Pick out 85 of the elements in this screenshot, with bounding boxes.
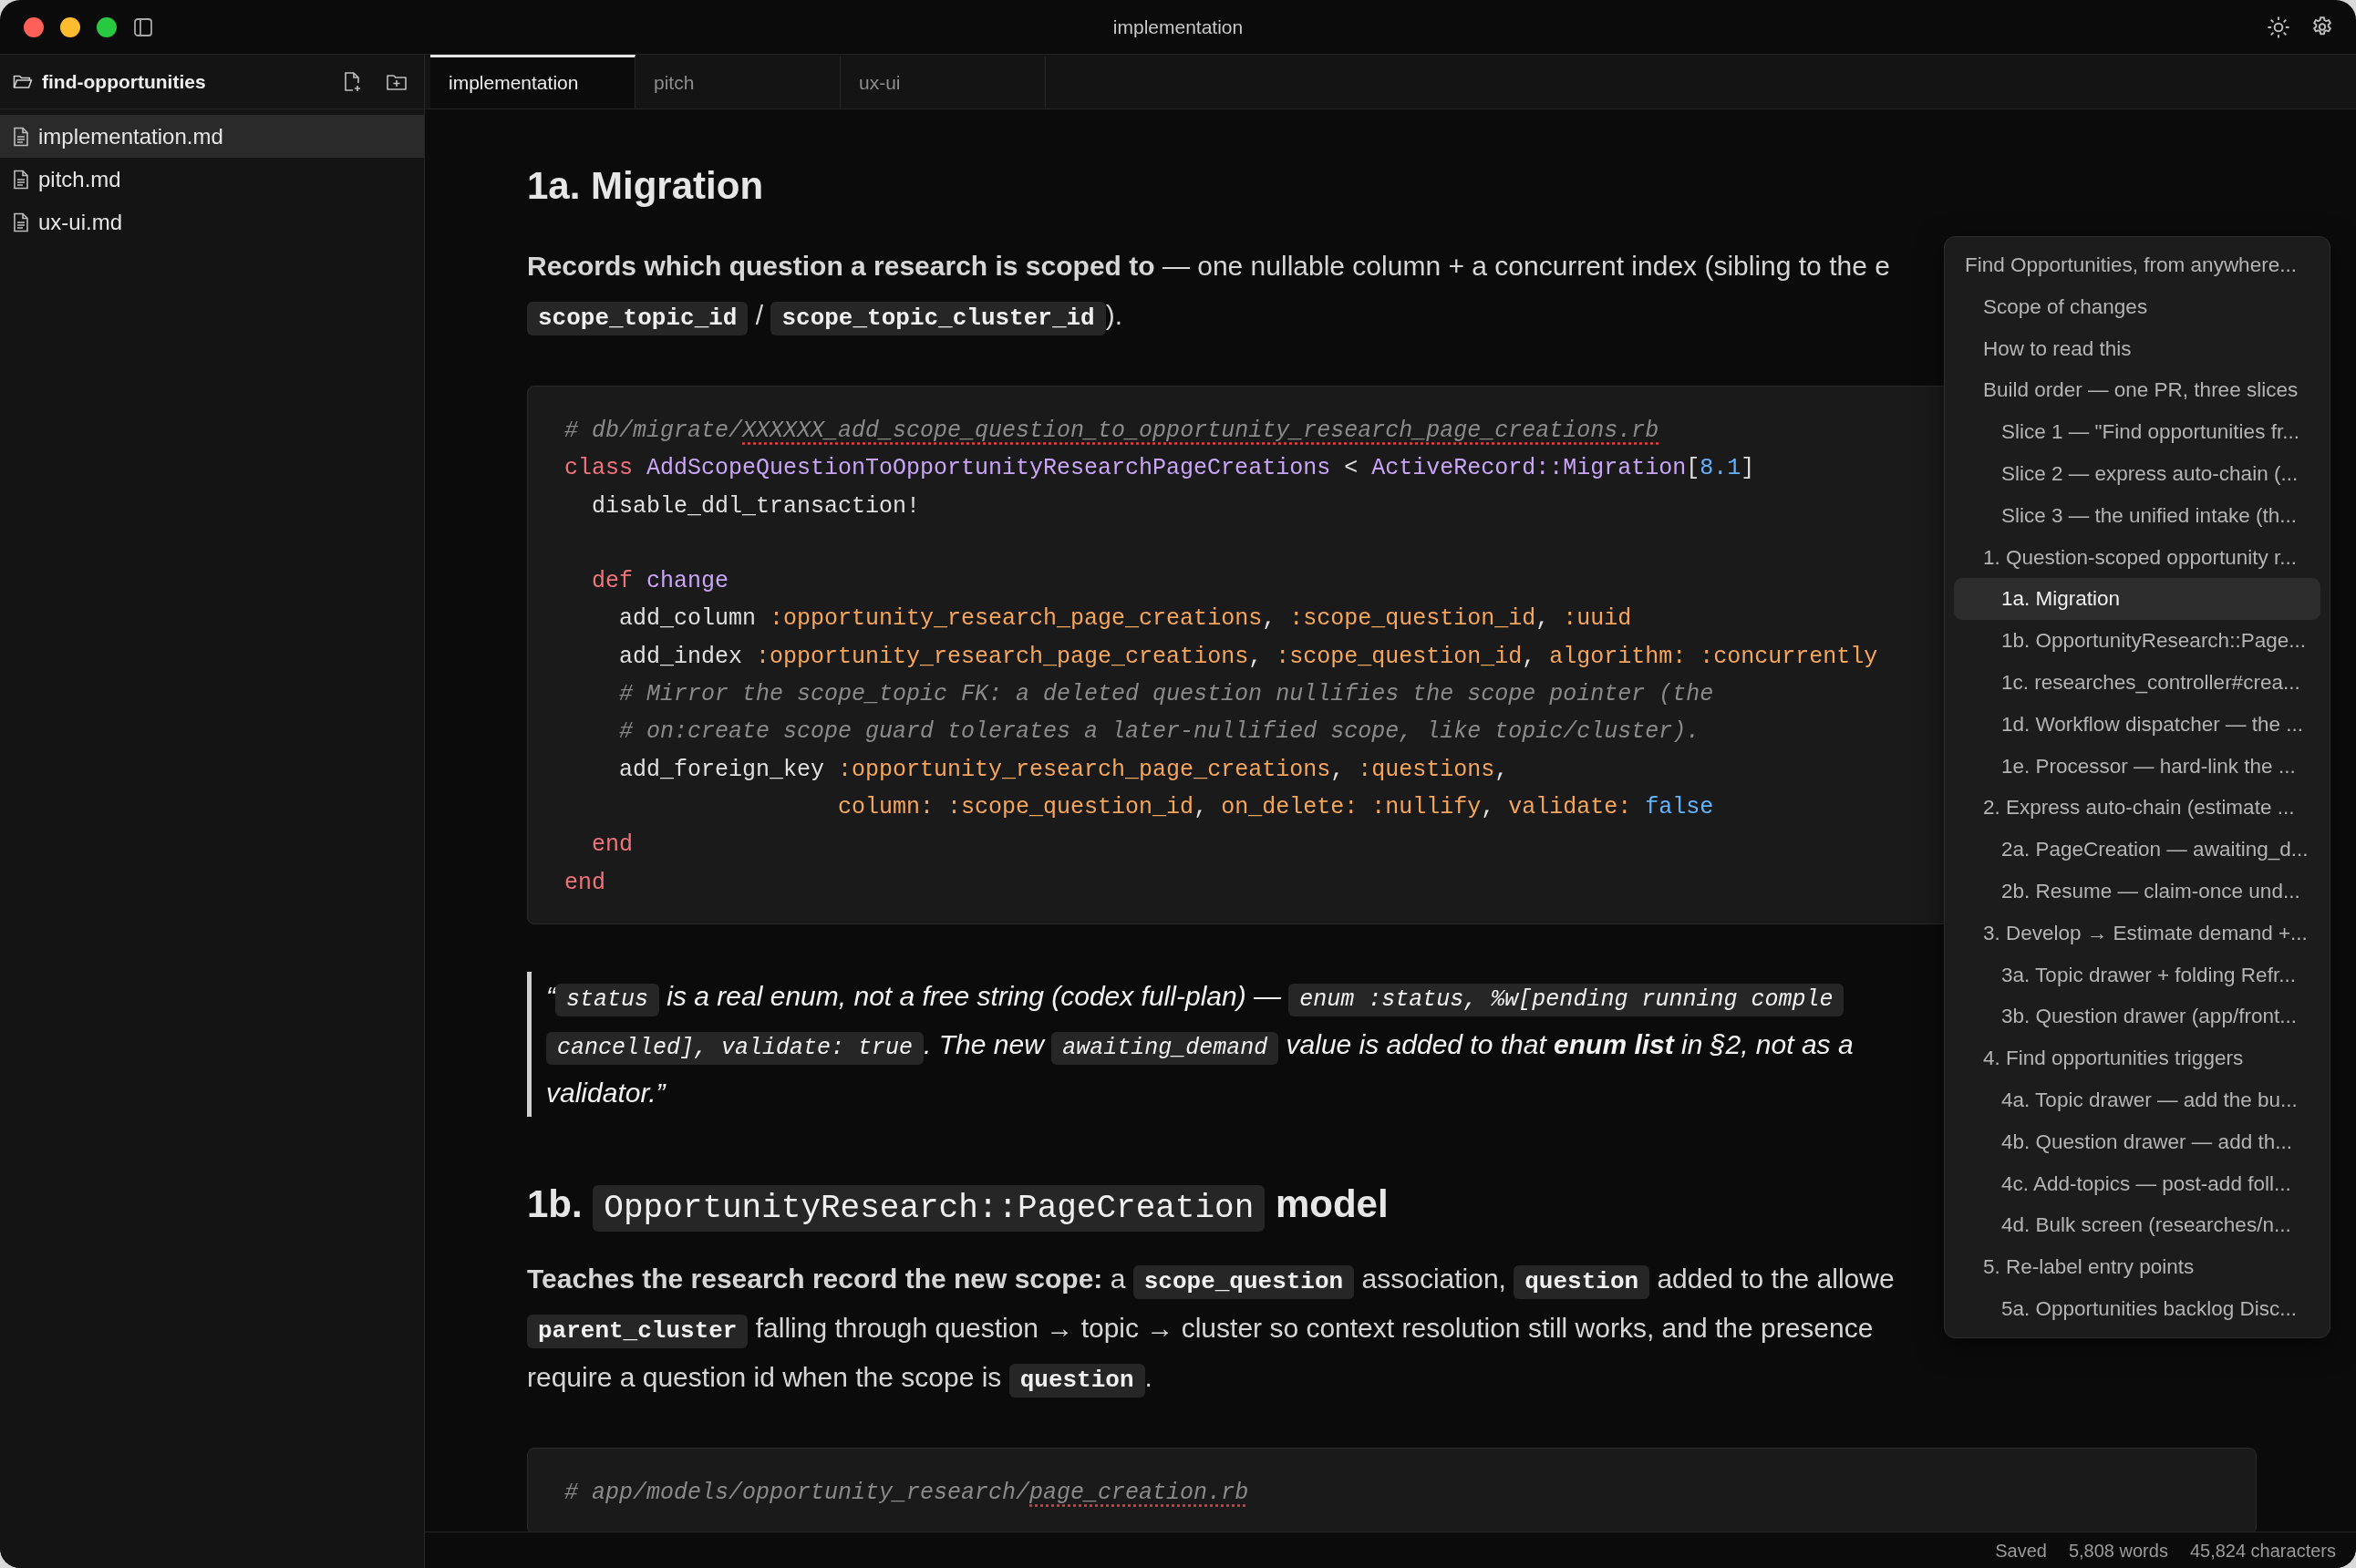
new-file-icon[interactable] (342, 70, 362, 93)
paragraph-text: / (754, 300, 765, 330)
paragraph-text: Records which question a research is scoped to — one nullable column + a concurrent index (sibling to the e (527, 251, 1890, 281)
outline-item[interactable]: 3. Develop → Estimate demand +... (1954, 912, 2320, 954)
code-line: add_index :opportunity_research_page_creations, :scope_question_id, algorithm: :concurrently (618, 642, 1878, 672)
code-line: disable_ddl_transaction! (591, 491, 921, 521)
quote-text: is a real enum, not a free string (codex full-plan) — (666, 980, 1282, 1011)
status-text: Saved (1995, 1539, 2047, 1563)
outline-item[interactable]: 1. Question-scoped opportunity r... (1954, 536, 2320, 579)
inline-code: awaiting_demand (1051, 1031, 1279, 1065)
inline-code: parent_cluster (527, 1314, 749, 1349)
code-line: # app/models/opportunity_research/page_creation.rb (564, 1478, 1249, 1508)
heading-text: model (1274, 1181, 1389, 1225)
inline-code: enum :status, %w[pending running comple (1288, 983, 1844, 1016)
outline-item[interactable]: 4a. Topic drawer — add the bu... (1954, 1078, 2320, 1121)
code-line: def change (591, 567, 729, 597)
outline-item[interactable]: 1c. researches_controller#crea... (1954, 661, 2320, 704)
quote-text: validator.” (546, 1077, 666, 1108)
outline-item[interactable]: 2. Express auto-chain (estimate ... (1954, 787, 2320, 830)
code-line: class AddScopeQuestionToOpportunityResearchPageCreations < ActiveRecord::Migration[8.1] (564, 454, 1755, 484)
file-item[interactable]: ux-ui.md (0, 201, 424, 243)
paragraph-text: association, (1360, 1263, 1507, 1294)
code-line: add_foreign_key :opportunity_research_page_creations, :questions, (618, 755, 1509, 785)
outline-item[interactable]: Build order — one PR, three slices (1954, 369, 2320, 412)
outline-item[interactable]: 2b. Resume — claim-once und... (1954, 870, 2320, 913)
code-line: add_column :opportunity_research_page_creations, :scope_question_id, :uuid (618, 604, 1632, 634)
status-text: 5,808 words (2068, 1539, 2168, 1563)
outline-item[interactable]: 4d. Bulk screen (researches/n... (1954, 1204, 2320, 1247)
minimize-button[interactable] (60, 16, 80, 37)
quote-text: “ (546, 980, 555, 1011)
outline-item[interactable]: Slice 2 — express auto-chain (... (1954, 453, 2320, 495)
paragraph-text: falling through question → topic → cluster so context resolution still works, and the presence (754, 1312, 1874, 1343)
heading-text: 1b. (527, 1181, 584, 1225)
inline-code: scope_topic_cluster_id (770, 302, 1106, 336)
file-icon (13, 126, 29, 147)
sidebar-toggle-icon[interactable] (133, 16, 153, 37)
outline-item[interactable]: 1d. Workflow dispatcher — the ... (1954, 703, 2320, 746)
outline-item[interactable]: 4. Find opportunities triggers (1954, 1037, 2320, 1079)
paragraph-text: added to the allowe (1656, 1263, 1895, 1294)
inline-code: OpportunityResearch::PageCreation (593, 1184, 1266, 1233)
code-line: end (591, 830, 633, 861)
outline-item[interactable]: 1b. OpportunityResearch::Page... (1954, 620, 2320, 662)
code-line: end (564, 868, 605, 898)
paragraph-text: Teaches the research record the new scope: a (527, 1263, 1127, 1294)
code-line: # db/migrate/XXXXXX_add_scope_question_to_opportunity_research_page_creations.rb (564, 417, 1659, 446)
outline-item[interactable]: 5a. Opportunities backlog Disc... (1954, 1287, 2320, 1330)
outline-item[interactable]: How to read this (1954, 327, 2320, 370)
folder-name: find-opportunities (42, 69, 206, 94)
file-item[interactable]: implementation.md (0, 115, 424, 158)
file-item[interactable]: pitch.md (0, 158, 424, 201)
window-title: implementation (1112, 15, 1244, 37)
quote-text: value is added to that enum list in §2, not as a (1285, 1028, 1854, 1059)
paragraph-text: require a question id when the scope is (527, 1361, 1003, 1392)
inline-code: question (1008, 1363, 1145, 1398)
status-text: 45,824 characters (2189, 1539, 2336, 1563)
outline-item[interactable]: 1e. Processor — hard-link the ... (1954, 745, 2320, 788)
inline-code: scope_topic_id (527, 302, 749, 336)
code-line: column: :scope_question_id, on_delete: :nullify, validate: false (837, 792, 1714, 822)
close-button[interactable] (24, 16, 44, 37)
file-icon (13, 169, 29, 190)
quote-text: . The new (924, 1028, 1047, 1059)
outline-item[interactable]: 1a. Migration (1954, 578, 2320, 621)
inline-code: scope_question (1132, 1264, 1355, 1300)
code-line: # Mirror the scope_topic FK: a deleted question nullifies the scope pointer (the (618, 680, 1714, 710)
outline-item[interactable]: 4c. Add-topics — post-add foll... (1954, 1162, 2320, 1205)
outline-item[interactable]: 3a. Topic drawer + folding Refr... (1954, 954, 2320, 996)
sun-icon[interactable] (2267, 15, 2290, 39)
outline-item[interactable]: Slice 3 — the unified intake (th... (1954, 494, 2320, 537)
file-icon (13, 211, 29, 232)
outline-item[interactable]: 3b. Question drawer (app/front... (1954, 995, 2320, 1038)
outline-item[interactable]: 4b. Question drawer — add th... (1954, 1120, 2320, 1163)
outline-item[interactable]: Slice 1 — "Find opportunities fr... (1954, 411, 2320, 453)
code-line: # on:create scope guard tolerates a later-nullified scope, like topic/cluster). (618, 717, 1700, 748)
inline-code: status (555, 983, 659, 1016)
inline-code: question (1514, 1264, 1650, 1300)
outline-item[interactable]: Scope of changes (1954, 285, 2320, 328)
paragraph-text: ). (1105, 300, 1123, 330)
outline-item[interactable]: 5. Re-label entry points (1954, 1246, 2320, 1288)
zoom-button[interactable] (97, 16, 117, 37)
outline-item[interactable]: Find Opportunities, from anywhere... (1954, 244, 2320, 286)
tab[interactable]: implementation (430, 55, 636, 108)
paragraph-text: . (1144, 1361, 1152, 1392)
heading-text: 1a. Migration (527, 164, 764, 207)
inline-code: cancelled], validate: true (546, 1031, 925, 1065)
outline-item[interactable]: 2a. PageCreation — awaiting_d... (1954, 829, 2320, 871)
